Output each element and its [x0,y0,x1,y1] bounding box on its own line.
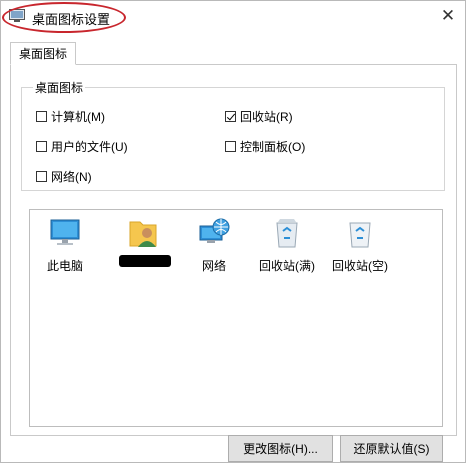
icon-label: 网络 [201,259,226,273]
icon-label: 回收站(满) [259,259,315,273]
tab-bar: 桌面图标 [10,42,456,66]
checkbox-box[interactable] [225,141,236,152]
checkbox-label: 网络(N) [51,170,92,184]
checkbox-label: 用户的文件(U) [51,140,128,154]
checkbox-recycle-bin[interactable]: 回收站(R) [225,108,293,125]
checkbox-label: 计算机(M) [51,110,105,124]
checkbox-user-files[interactable]: 用户的文件(U) [36,138,128,155]
icon-label: 此电脑 [46,259,83,273]
checkbox-box[interactable] [36,171,47,182]
recycle-bin-full-icon [276,219,298,248]
checkbox-box[interactable] [36,111,47,122]
tab-desktop-icons[interactable]: 桌面图标 [10,42,77,65]
redacted-username [119,255,171,267]
checkbox-network[interactable]: 网络(N) [36,168,92,185]
checkbox-box[interactable] [36,141,47,152]
checkbox-computer[interactable]: 计算机(M) [36,108,105,125]
icon-item-recycle-bin-full[interactable]: 回收站(满) [255,216,319,274]
icon-item-this-pc[interactable]: 此电脑 [33,216,97,274]
title-bar: 桌面图标设置 ✕ [1,1,465,33]
title-highlight-annotation [2,2,126,33]
icon-item-network[interactable]: 网络 [182,216,246,274]
desktop-icon-settings-window: 桌面图标设置 ✕ 桌面图标 桌面图标 计算机(M) 回收站(R) 用户的文件(U… [0,0,466,463]
groupbox-label: 桌面图标 [33,79,86,96]
icon-item-recycle-bin-empty[interactable]: 回收站(空) [328,216,392,274]
checkbox-label: 控制面板(O) [240,140,306,154]
network-icon [199,218,230,243]
checkbox-label: 回收站(R) [240,110,293,124]
icon-item-user-files[interactable] [111,216,175,250]
restore-default-button[interactable]: 还原默认值(S) [340,435,443,462]
checkbox-box[interactable] [225,111,236,122]
checkbox-control-panel[interactable]: 控制面板(O) [225,138,305,155]
user-folder-icon [129,221,157,247]
icon-label: 回收站(空) [332,259,388,273]
close-icon: ✕ [440,6,456,25]
recycle-bin-empty-icon [349,222,371,248]
close-button[interactable]: ✕ [433,3,463,29]
change-icon-button[interactable]: 更改图标(H)... [228,435,333,462]
computer-icon [50,219,80,245]
